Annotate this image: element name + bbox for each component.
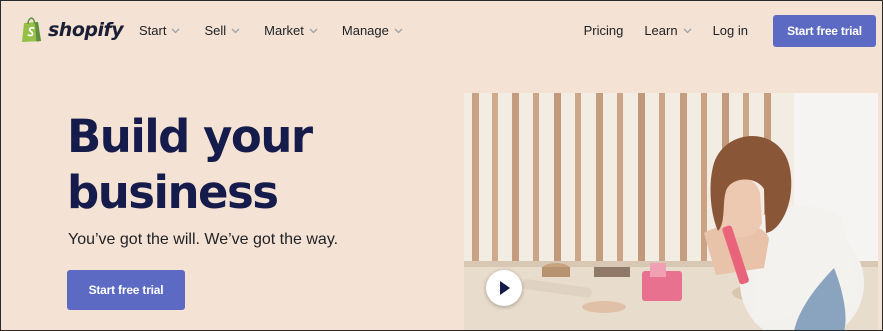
chevron-down-icon [394, 28, 403, 33]
nav-manage[interactable]: Manage [342, 23, 403, 38]
hero-start-free-trial-button[interactable]: Start free trial [67, 270, 185, 310]
play-video-button[interactable] [486, 270, 522, 306]
nav-manage-label: Manage [341, 23, 389, 38]
hero-video[interactable] [464, 93, 878, 330]
nav-sell-label: Sell [204, 23, 227, 38]
primary-nav: Start Sell Market Manage [139, 23, 403, 38]
chevron-down-icon [231, 28, 240, 33]
shopping-bag-icon [22, 17, 41, 42]
play-icon [500, 281, 510, 295]
nav-sell[interactable]: Sell [204, 23, 240, 38]
nav-login[interactable]: Log in [713, 23, 748, 38]
brand-name: shopify [48, 19, 124, 41]
hero-title: Build your business [67, 110, 313, 219]
nav-pricing-label: Pricing [583, 23, 624, 38]
nav-market-label: Market [264, 23, 304, 38]
top-navigation: shopify Start Sell Market Manage Pricing… [1, 1, 882, 63]
nav-learn-label: Learn [644, 23, 678, 38]
chevron-down-icon [172, 28, 180, 33]
page: shopify Start Sell Market Manage Pricing… [0, 0, 883, 331]
chevron-down-icon [309, 28, 318, 33]
nav-start-label: Start [139, 23, 167, 38]
nav-market[interactable]: Market [264, 23, 318, 38]
secondary-nav: Pricing Learn Log in [584, 23, 748, 38]
chevron-down-icon [683, 28, 692, 33]
start-free-trial-button[interactable]: Start free trial [773, 15, 876, 47]
nav-pricing[interactable]: Pricing [584, 23, 624, 38]
nav-login-label: Log in [712, 23, 748, 38]
nav-start[interactable]: Start [139, 23, 180, 38]
nav-learn[interactable]: Learn [644, 23, 692, 38]
hero-subtitle: You’ve got the will. We’ve got the way. [68, 231, 339, 248]
shopify-logo[interactable]: shopify [21, 17, 124, 43]
hero-photo [464, 93, 878, 330]
